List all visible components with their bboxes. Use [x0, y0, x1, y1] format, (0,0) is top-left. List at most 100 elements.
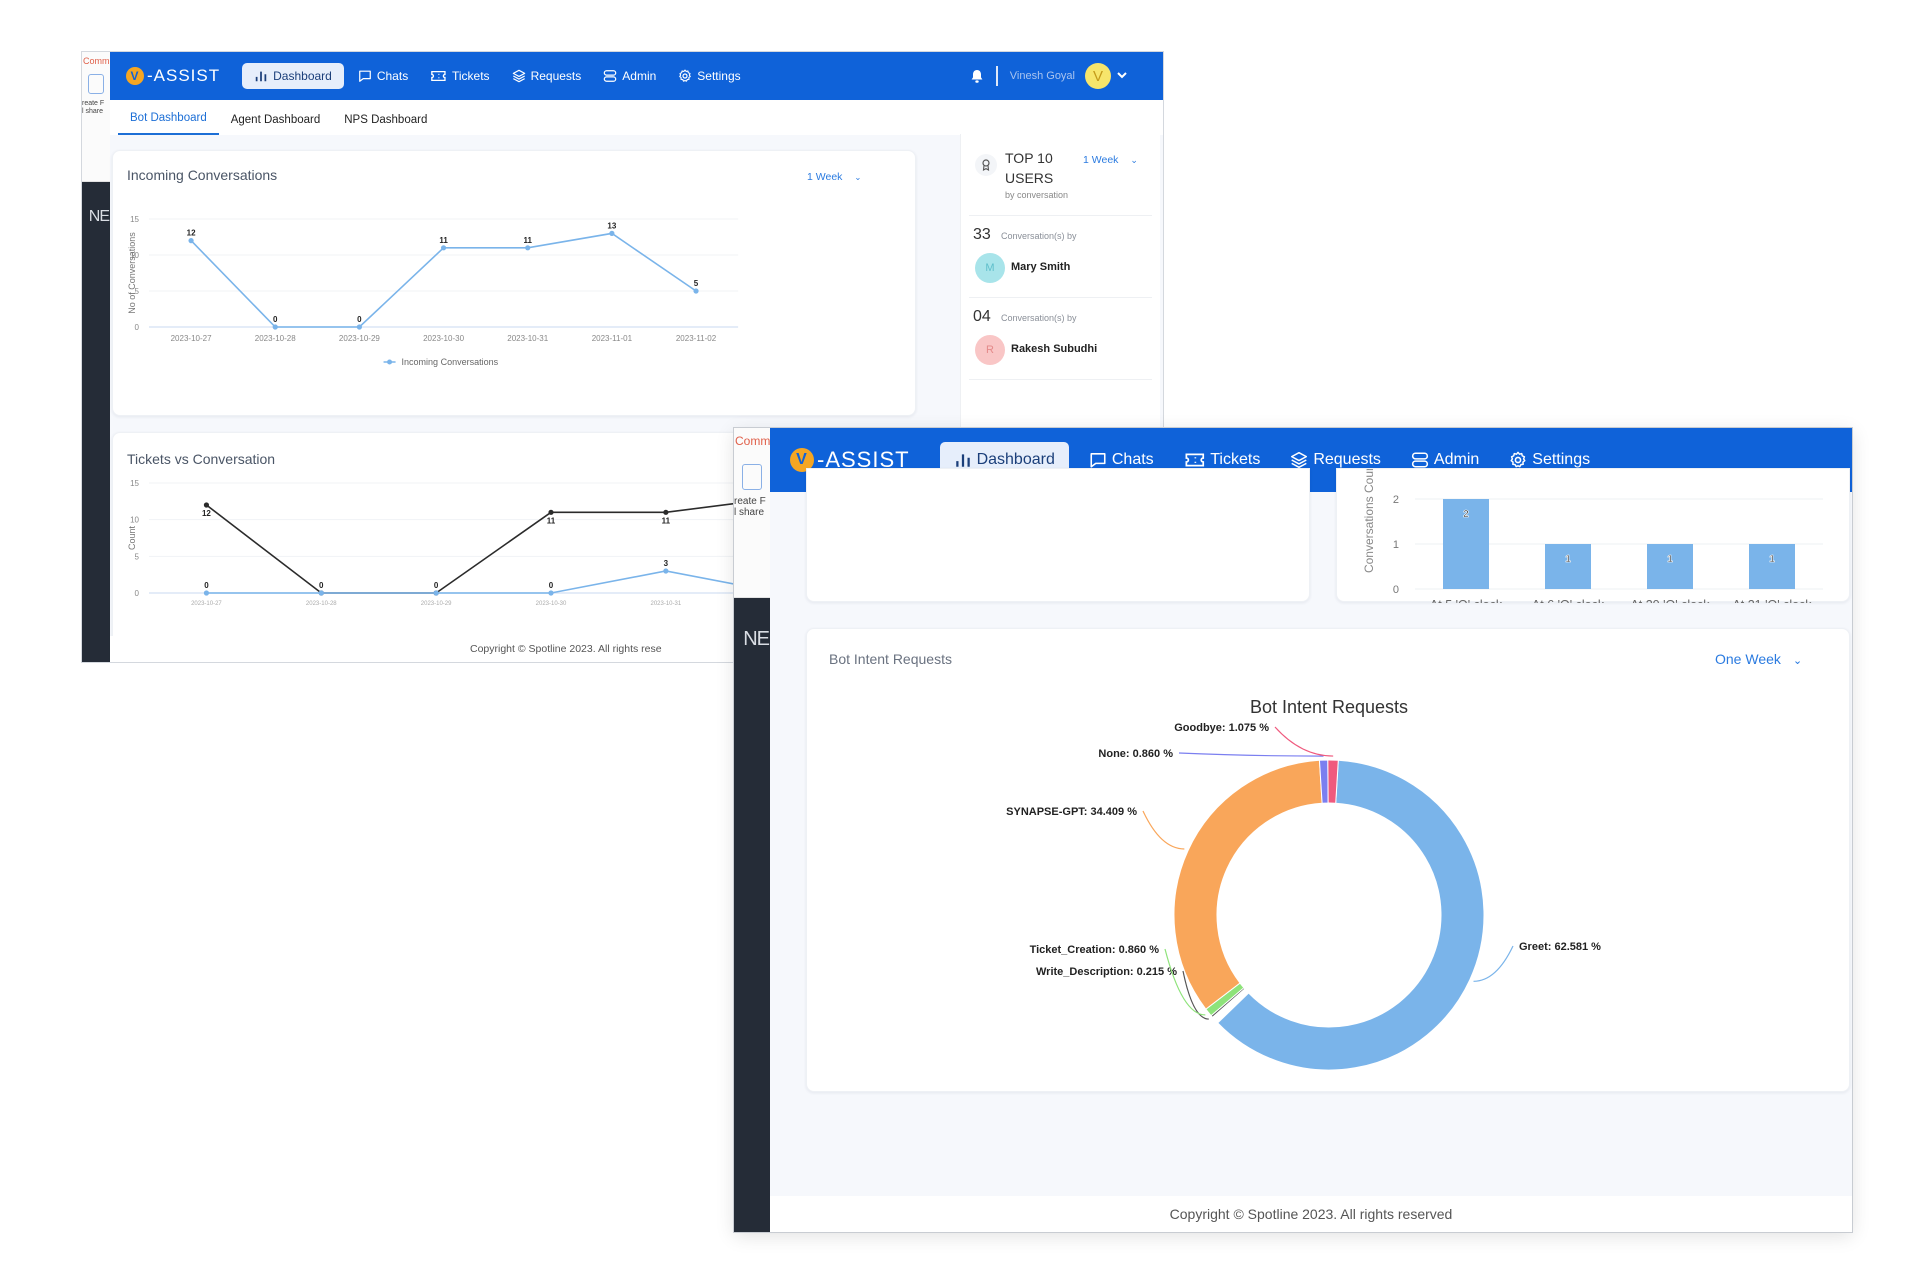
- nav-item-label: Tickets: [1210, 451, 1261, 468]
- bar-value-label: 1: [1565, 554, 1571, 565]
- x-tick-label: At 21 'O' clock: [1732, 598, 1812, 603]
- conversations-by-hour-card: 0 1 2 Conversations Count 2 At 5 'O' clock 1 At…: [1336, 468, 1850, 603]
- slice-label: Greet: 62.581 %: [1519, 941, 1601, 953]
- data-point: [663, 509, 669, 515]
- connector-line: [1178, 752, 1324, 757]
- data-point: [356, 324, 362, 330]
- x-tick-label-clipped: 2023-10-28: [306, 601, 337, 607]
- x-tick-label: 2023-10-28: [255, 334, 296, 343]
- data-label: 0: [357, 315, 362, 324]
- data-point: [525, 245, 531, 251]
- data-point: [548, 590, 554, 596]
- copyright-text: Copyright © Spotline 2023. All rights re…: [470, 643, 662, 655]
- user-name: Rakesh Subudhi: [1011, 343, 1098, 355]
- x-tick-label-clipped: 2023-10-27: [191, 601, 222, 607]
- nav-item-label: Dashboard: [976, 451, 1055, 468]
- data-point: [203, 590, 210, 596]
- nav-item-tickets[interactable]: Tickets: [422, 64, 497, 88]
- bell-icon[interactable]: [970, 69, 984, 84]
- nav-item-label: Admin: [622, 69, 657, 83]
- chevron-down-icon[interactable]: [1117, 71, 1127, 82]
- y-tick-label: 2: [1393, 494, 1399, 506]
- underlying-app-strip: Comm reate Fl share NE: [82, 52, 110, 662]
- series-line-tickets: [206, 570, 781, 594]
- nav-user-area: Vinesh Goyal V: [970, 63, 1163, 89]
- data-label: 0: [319, 581, 324, 590]
- y-tick-label: 10: [130, 516, 139, 525]
- underlying-toolbar: Comm reate Fl share: [82, 52, 110, 182]
- y-axis-label: No of Conversations: [127, 232, 137, 314]
- layers-icon: [1290, 451, 1308, 469]
- underlying-app-strip: Comm reate Fl share NE: [734, 428, 770, 1232]
- nav-item-label: Chats: [376, 69, 409, 83]
- copyright-text: Copyright © Spotline 2023. All rights re…: [1169, 1206, 1453, 1222]
- x-tick-label: At 5 'O' clock: [1430, 598, 1503, 603]
- top-user-row[interactable]: 33 Conversation(s) by M Mary Smith: [969, 216, 1152, 298]
- chat-bubble-icon: [358, 69, 372, 83]
- vassist-app: V -ASSIST Dashboard Chats Tickets Requests A…: [770, 428, 1852, 1232]
- x-tick-label-clipped: 2023-10-31: [651, 601, 682, 607]
- slice-label: SYNAPSE-GPT: 34.409 %: [1006, 806, 1137, 818]
- user-avatar[interactable]: V: [1085, 63, 1111, 89]
- x-tick-label: 2023-11-02: [676, 334, 717, 343]
- x-tick-label: At 6 'O' clock: [1532, 598, 1605, 603]
- data-point: [188, 238, 194, 244]
- y-tick-label: 0: [135, 323, 140, 332]
- layers-icon: [512, 69, 526, 83]
- ticket-icon: [430, 69, 447, 83]
- top-users-range-dropdown[interactable]: 1 Week ⌄: [1083, 154, 1138, 166]
- slice-label: None: 0.860 %: [1098, 748, 1173, 760]
- data-label: 0: [434, 581, 439, 590]
- data-point: [548, 509, 554, 515]
- tab-bot-dashboard[interactable]: Bot Dashboard: [118, 112, 219, 135]
- top-users-header: TOP 10 USERS by conversation 1 Week ⌄: [969, 134, 1152, 216]
- y-tick-label: 1: [1393, 539, 1399, 551]
- tab-nps-dashboard[interactable]: NPS Dashboard: [332, 114, 439, 135]
- x-tick-label-clipped: 2023-10-30: [536, 601, 567, 607]
- data-label: 0: [549, 581, 554, 590]
- conversations-by-hour-chart: 0 1 2 Conversations Count 2 At 5 'O' clock 1 At…: [1362, 469, 1823, 603]
- vassist-logo[interactable]: V -ASSIST: [126, 66, 220, 86]
- x-tick-label: 2023-10-29: [339, 334, 380, 343]
- nav-item-label: Admin: [1433, 451, 1480, 468]
- y-tick-label: 5: [135, 552, 140, 561]
- bar-value-label: 1: [1769, 554, 1775, 565]
- connector-line: [1142, 810, 1185, 850]
- nav-item-label: Chats: [1111, 451, 1154, 468]
- y-tick-label: 15: [130, 215, 139, 224]
- user-name[interactable]: Vinesh Goyal: [1010, 70, 1075, 82]
- nav-item-label: Requests: [1313, 451, 1381, 468]
- nav-item-chats[interactable]: Chats: [350, 64, 416, 88]
- x-tick-label: 2023-10-27: [171, 334, 212, 343]
- gear-icon: [678, 69, 692, 83]
- underlying-create-text: reate Fl share: [82, 100, 105, 115]
- tab-agent-dashboard[interactable]: Agent Dashboard: [219, 114, 333, 135]
- top-user-row[interactable]: 04 Conversation(s) by R Rakesh Subudhi: [969, 298, 1152, 380]
- data-label: 11: [523, 236, 532, 245]
- nav-item-requests[interactable]: Requests: [504, 64, 590, 88]
- nav-item-admin[interactable]: Admin: [595, 64, 664, 88]
- logo-badge: V: [126, 67, 144, 85]
- underlying-create-text: reate Fl share: [734, 496, 766, 518]
- user-conversation-count: 33: [973, 226, 991, 243]
- nav-item-label: Settings: [1532, 451, 1591, 468]
- nav-item-dashboard[interactable]: Dashboard: [242, 63, 344, 89]
- user-conversation-count: 04: [973, 308, 991, 325]
- underlying-comm-label: Comm: [735, 434, 771, 448]
- data-label: 3: [664, 559, 669, 568]
- legend-swatch-marker: [387, 359, 393, 365]
- y-tick-label: 0: [1393, 584, 1399, 596]
- y-axis-label: Conversations Count: [1362, 469, 1376, 573]
- data-label: 12: [202, 509, 211, 518]
- data-point: [693, 288, 699, 294]
- user-name: Mary Smith: [1011, 261, 1071, 273]
- chart-title: Bot Intent Requests: [1250, 697, 1408, 717]
- data-point: [663, 568, 669, 574]
- data-label: 11: [662, 516, 671, 525]
- slice-label: Ticket_Creation: 0.860 %: [1030, 944, 1160, 956]
- dashboard-subtabs: Bot Dashboard Agent Dashboard NPS Dashbo…: [110, 100, 1163, 135]
- underlying-sidebar-logo: NE: [743, 628, 770, 650]
- data-point: [440, 245, 447, 251]
- x-tick-label: 2023-10-31: [507, 334, 548, 343]
- nav-item-settings[interactable]: Settings: [670, 64, 748, 88]
